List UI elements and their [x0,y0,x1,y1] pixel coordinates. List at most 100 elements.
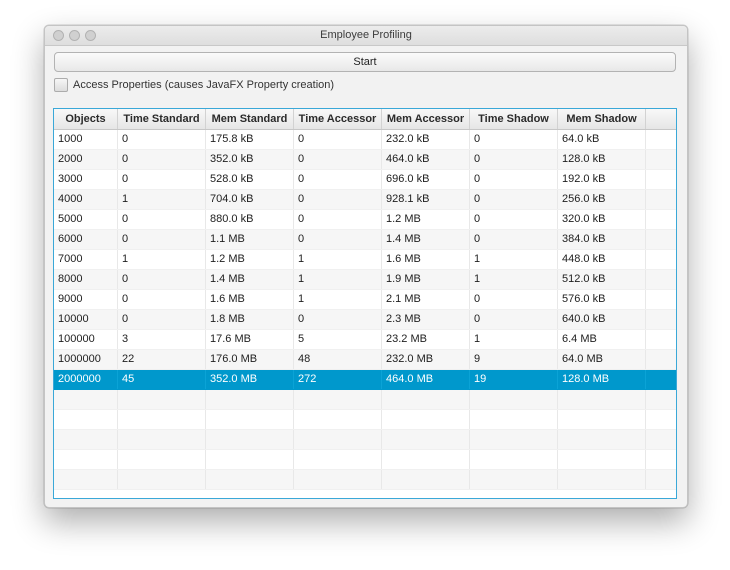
empty-table-cell [558,390,646,409]
table-cell: 1.2 MB [382,210,470,229]
table-cell: 256.0 kB [558,190,646,209]
empty-table-cell [54,470,118,489]
empty-table-cell [558,470,646,489]
table-row[interactable]: 2000000 45 352.0 MB 272 464.0 MB 19 128.0 MB [54,370,676,390]
table-header: Objects Time Standard Mem Standard Time Acc… [54,109,676,130]
table-row[interactable]: 9000 0 1.6 MB 1 2.1 MB 0 576.0 kB [54,290,676,310]
table-cell-filler [646,150,676,169]
empty-table-cell [382,390,470,409]
table-cell: 0 [118,290,206,309]
empty-table-cell [558,450,646,469]
column-header[interactable]: Objects [54,109,118,129]
table-body[interactable]: 1000 0 175.8 kB 0 232.0 kB 0 64.0 kB 2000 0 352.0… [54,130,676,498]
table-cell: 0 [470,310,558,329]
table-cell: 9000 [54,290,118,309]
table-row[interactable]: 1000 0 175.8 kB 0 232.0 kB 0 64.0 kB [54,130,676,150]
table-cell-filler [646,290,676,309]
table-cell-filler [646,370,676,389]
table-cell: 528.0 kB [206,170,294,189]
table-cell-filler [646,250,676,269]
column-header[interactable]: Time Accessor [294,109,382,129]
table-cell: 175.8 kB [206,130,294,149]
table-cell: 1000000 [54,350,118,369]
table-cell: 0 [294,310,382,329]
table-cell: 0 [470,210,558,229]
table-row[interactable]: 6000 0 1.1 MB 0 1.4 MB 0 384.0 kB [54,230,676,250]
empty-table-cell [646,430,676,449]
table-cell: 1 [118,190,206,209]
table-cell: 232.0 MB [382,350,470,369]
empty-table-cell [470,410,558,429]
table-cell: 8000 [54,270,118,289]
access-properties-label: Access Properties (causes JavaFX Propert… [73,79,335,91]
table-cell: 22 [118,350,206,369]
table-cell: 320.0 kB [558,210,646,229]
table-row[interactable]: 8000 0 1.4 MB 1 1.9 MB 1 512.0 kB [54,270,676,290]
empty-table-cell [54,390,118,409]
table-cell-filler [646,270,676,289]
table-row[interactable]: 100000 3 17.6 MB 5 23.2 MB 1 6.4 MB [54,330,676,350]
empty-table-cell [206,450,294,469]
empty-table-cell [470,390,558,409]
table-cell: 0 [470,170,558,189]
table-row[interactable]: 4000 1 704.0 kB 0 928.1 kB 0 256.0 kB [54,190,676,210]
table-row[interactable]: 5000 0 880.0 kB 0 1.2 MB 0 320.0 kB [54,210,676,230]
table-cell: 1000 [54,130,118,149]
access-properties-checkbox[interactable] [54,78,68,92]
empty-table-cell [470,450,558,469]
table-cell: 384.0 kB [558,230,646,249]
table-cell: 352.0 MB [206,370,294,389]
table-cell: 0 [118,130,206,149]
table-cell: 0 [470,190,558,209]
column-header[interactable]: Mem Standard [206,109,294,129]
table-cell: 5000 [54,210,118,229]
column-header[interactable]: Mem Accessor [382,109,470,129]
table-cell: 0 [294,190,382,209]
table-row[interactable]: 3000 0 528.0 kB 0 696.0 kB 0 192.0 kB [54,170,676,190]
table-cell-filler [646,230,676,249]
table-cell-filler [646,330,676,349]
table-cell: 0 [118,310,206,329]
window-title: Employee Profiling [320,29,412,41]
table-cell: 2.1 MB [382,290,470,309]
results-table[interactable]: Objects Time Standard Mem Standard Time Acc… [53,108,677,499]
table-row[interactable]: 10000 0 1.8 MB 0 2.3 MB 0 640.0 kB [54,310,676,330]
empty-table-row [54,410,676,430]
table-cell: 2.3 MB [382,310,470,329]
table-cell: 45 [118,370,206,389]
empty-table-row [54,470,676,490]
table-row[interactable]: 7000 1 1.2 MB 1 1.6 MB 1 448.0 kB [54,250,676,270]
table-cell: 928.1 kB [382,190,470,209]
table-cell: 17.6 MB [206,330,294,349]
table-cell: 232.0 kB [382,130,470,149]
table-cell: 464.0 kB [382,150,470,169]
column-header[interactable]: Time Standard [118,109,206,129]
empty-table-cell [54,450,118,469]
column-header-filler [646,109,676,129]
table-row[interactable]: 1000000 22 176.0 MB 48 232.0 MB 9 64.0 MB [54,350,676,370]
empty-table-cell [118,410,206,429]
table-cell: 128.0 kB [558,150,646,169]
empty-table-cell [382,450,470,469]
table-cell: 0 [118,230,206,249]
empty-table-cell [206,410,294,429]
table-cell: 0 [294,230,382,249]
empty-table-row [54,390,676,410]
empty-table-cell [206,470,294,489]
column-header[interactable]: Time Shadow [470,109,558,129]
table-cell: 0 [294,150,382,169]
table-cell: 1.8 MB [206,310,294,329]
empty-table-cell [294,410,382,429]
empty-table-cell [294,450,382,469]
title-bar[interactable]: Employee Profiling [45,26,687,46]
start-button[interactable]: Start [54,52,676,72]
empty-table-cell [118,390,206,409]
empty-table-cell [118,430,206,449]
column-header[interactable]: Mem Shadow [558,109,646,129]
table-cell: 352.0 kB [206,150,294,169]
empty-table-cell [646,410,676,429]
table-row[interactable]: 2000 0 352.0 kB 0 464.0 kB 0 128.0 kB [54,150,676,170]
table-cell: 512.0 kB [558,270,646,289]
table-cell: 6000 [54,230,118,249]
table-cell-filler [646,350,676,369]
